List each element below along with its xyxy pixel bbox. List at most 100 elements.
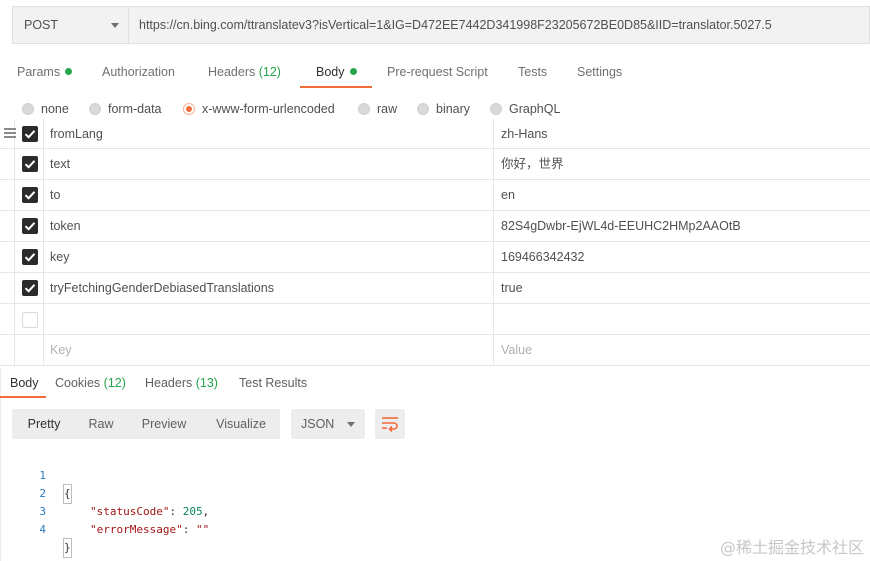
param-key[interactable] (44, 304, 494, 335)
radio-label: raw (377, 102, 398, 116)
tab-label: Pre-request Script (387, 65, 488, 79)
radio-raw[interactable]: raw (358, 98, 397, 120)
new-key-input[interactable]: Key (44, 335, 494, 366)
param-value[interactable]: 82S4gDwbr-EjWL4d-EEUHC2HMp2AAOtB (494, 211, 870, 242)
tab-tests[interactable]: Tests (518, 56, 547, 88)
active-response-tab-indicator (0, 396, 46, 398)
param-value[interactable]: zh-Hans (494, 119, 870, 150)
json-separator: : (182, 523, 196, 536)
tab-label: Headers (145, 376, 193, 390)
code-text: "errorMessage": "" (90, 521, 209, 539)
tab-response-headers[interactable]: Headers (13) (145, 372, 218, 396)
tab-authorization[interactable]: Authorization (102, 56, 175, 88)
radio-binary[interactable]: binary (417, 98, 470, 120)
view-raw-button[interactable]: Raw (76, 409, 126, 439)
checkbox-cell (14, 335, 44, 366)
code-line: 4 } (0, 503, 870, 558)
json-key: "errorMessage" (90, 523, 183, 536)
code-line: 1 { (0, 449, 870, 504)
checkbox-cell (14, 149, 44, 180)
checkbox-cell (14, 273, 44, 304)
table-row: token 82S4gDwbr-EjWL4d-EEUHC2HMp2AAOtB (0, 211, 870, 242)
tab-body[interactable]: Body (316, 56, 357, 88)
radio-label: x-www-form-urlencoded (202, 102, 335, 116)
row-checkbox[interactable] (22, 156, 38, 172)
tab-label: Params (17, 65, 61, 79)
view-mode-toggle: Pretty Raw Preview Visualize (12, 409, 280, 439)
method-select[interactable]: POST (13, 7, 129, 43)
table-row: text 你好，世界 (0, 149, 870, 180)
json-value: "" (195, 523, 210, 536)
table-row: key 169466342432 (0, 242, 870, 273)
param-key[interactable]: tryFetchingGenderDebiasedTranslations (44, 273, 494, 304)
request-url-bar: POST https://cn.bing.com/ttranslatev3?is… (12, 6, 870, 44)
chevron-down-icon (347, 421, 355, 427)
view-pretty-button[interactable]: Pretty (12, 409, 76, 439)
line-number: 4 (39, 523, 46, 536)
new-value-input[interactable]: Value (494, 335, 870, 366)
param-key[interactable]: key (44, 242, 494, 273)
radio-label: binary (436, 102, 471, 116)
radio-label: GraphQL (509, 102, 561, 116)
drag-handle-icon[interactable] (4, 128, 16, 138)
wrap-lines-button[interactable] (375, 409, 405, 439)
format-label: JSON (301, 417, 335, 431)
table-row: to en (0, 180, 870, 211)
radio-none[interactable]: none (22, 98, 69, 120)
radio-circle-icon (490, 103, 502, 115)
tab-response-body[interactable]: Body (10, 372, 39, 396)
radio-x-www-form-urlencoded[interactable]: x-www-form-urlencoded (183, 98, 335, 120)
watermark: @稀土掘金技术社区 (719, 538, 864, 557)
param-value[interactable]: 你好，世界 (494, 149, 870, 180)
chevron-down-icon (111, 22, 119, 28)
tab-label: Settings (577, 65, 623, 79)
status-dot-icon (349, 68, 357, 75)
body-type-selector: none form-data x-www-form-urlencoded raw… (0, 98, 870, 120)
active-tab-indicator (300, 86, 372, 88)
radio-label: form-data (108, 102, 162, 116)
view-preview-button[interactable]: Preview (126, 409, 202, 439)
tab-headers[interactable]: Headers (12) (208, 56, 281, 88)
radio-circle-icon (89, 103, 101, 115)
param-key[interactable]: fromLang (44, 119, 494, 150)
tab-label: Test Results (239, 376, 308, 390)
row-checkbox[interactable] (22, 187, 38, 203)
view-visualize-button[interactable]: Visualize (202, 409, 280, 439)
row-checkbox[interactable] (22, 218, 38, 234)
code-text: } (63, 538, 72, 558)
tab-count: (12) (103, 376, 126, 390)
request-tabs: Params Authorization Headers (12) Body P… (0, 56, 870, 88)
tab-response-cookies[interactable]: Cookies (12) (55, 372, 126, 396)
row-checkbox[interactable] (22, 280, 38, 296)
param-value[interactable]: true (494, 273, 870, 304)
checkbox-cell (14, 211, 44, 242)
row-checkbox[interactable] (22, 126, 38, 142)
radio-circle-icon (417, 103, 429, 115)
param-key[interactable]: to (44, 180, 494, 211)
response-body-viewer[interactable]: 1 { 2 "statusCode": 205, 3 "errorMessage… (0, 449, 870, 558)
tab-test-results[interactable]: Test Results (239, 372, 307, 396)
radio-circle-icon (358, 103, 370, 115)
row-checkbox[interactable] (22, 312, 38, 328)
tab-label: Body (316, 65, 345, 79)
radio-form-data[interactable]: form-data (89, 98, 162, 120)
tab-params[interactable]: Params (17, 56, 73, 88)
param-value[interactable]: 169466342432 (494, 242, 870, 273)
tab-label: Authorization (102, 65, 175, 79)
radio-circle-icon (22, 103, 34, 115)
format-select[interactable]: JSON (291, 409, 365, 439)
tab-pre-request-script[interactable]: Pre-request Script (387, 56, 488, 88)
wrap-lines-icon (382, 417, 398, 432)
param-key[interactable]: token (44, 211, 494, 242)
radio-graphql[interactable]: GraphQL (490, 98, 560, 120)
row-checkbox[interactable] (22, 249, 38, 265)
url-input[interactable]: https://cn.bing.com/ttranslatev3?isVerti… (129, 7, 869, 43)
table-row: fromLang zh-Hans (0, 119, 870, 150)
param-value[interactable]: en (494, 180, 870, 211)
param-value[interactable] (494, 304, 870, 335)
code-line: 2 "statusCode": 205, (0, 467, 870, 518)
tab-count: (12) (258, 65, 281, 79)
param-key[interactable]: text (44, 149, 494, 180)
radio-selected-icon (183, 103, 195, 115)
tab-settings[interactable]: Settings (577, 56, 622, 88)
